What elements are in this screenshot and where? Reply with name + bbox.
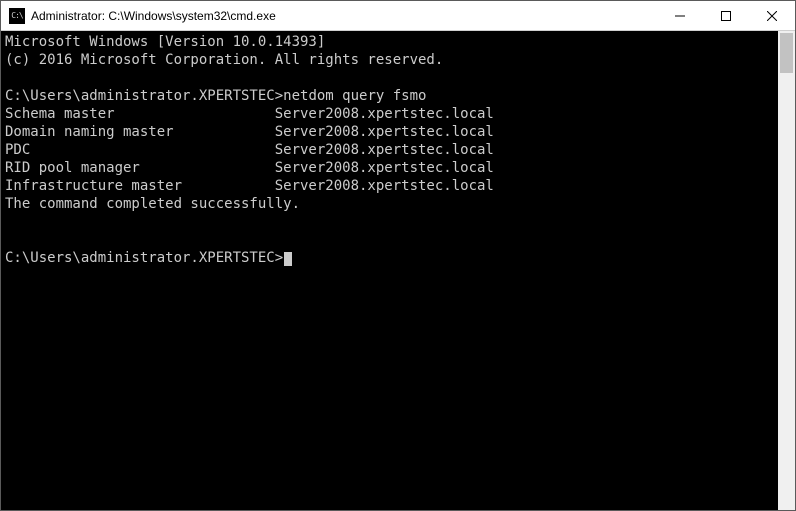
close-button[interactable] <box>749 1 795 30</box>
fsmo-server: Server2008.xpertstec.local <box>275 178 494 194</box>
result-row: Schema masterServer2008.xpertstec.local <box>5 105 774 123</box>
blank-line <box>5 231 774 249</box>
fsmo-role: Schema master <box>5 105 275 123</box>
fsmo-role: Domain naming master <box>5 123 275 141</box>
window-controls <box>657 1 795 30</box>
fsmo-server: Server2008.xpertstec.local <box>275 124 494 140</box>
prompt-path: C:\Users\administrator.XPERTSTEC> <box>5 88 283 104</box>
client-area: Microsoft Windows [Version 10.0.14393](c… <box>1 31 795 510</box>
blank-line <box>5 69 774 87</box>
minimize-icon <box>675 11 685 21</box>
result-row: PDCServer2008.xpertstec.local <box>5 141 774 159</box>
prompt-path: C:\Users\administrator.XPERTSTEC> <box>5 250 283 266</box>
prompt-command: netdom query fsmo <box>283 88 426 104</box>
close-icon <box>767 11 777 21</box>
fsmo-server: Server2008.xpertstec.local <box>275 160 494 176</box>
prompt-line-1: C:\Users\administrator.XPERTSTEC>netdom … <box>5 87 774 105</box>
result-row: RID pool managerServer2008.xpertstec.loc… <box>5 159 774 177</box>
scrollbar-thumb[interactable] <box>780 33 793 73</box>
prompt-line-2: C:\Users\administrator.XPERTSTEC> <box>5 249 774 267</box>
fsmo-server: Server2008.xpertstec.local <box>275 106 494 122</box>
titlebar[interactable]: C:\ Administrator: C:\Windows\system32\c… <box>1 1 795 31</box>
blank-line <box>5 213 774 231</box>
fsmo-server: Server2008.xpertstec.local <box>275 142 494 158</box>
cursor <box>284 252 292 266</box>
copyright-line: (c) 2016 Microsoft Corporation. All righ… <box>5 51 774 69</box>
fsmo-role: Infrastructure master <box>5 177 275 195</box>
result-row: Domain naming masterServer2008.xpertstec… <box>5 123 774 141</box>
terminal-output[interactable]: Microsoft Windows [Version 10.0.14393](c… <box>1 31 778 510</box>
minimize-button[interactable] <box>657 1 703 30</box>
completion-line: The command completed successfully. <box>5 195 774 213</box>
cmd-icon: C:\ <box>9 8 25 24</box>
header-line: Microsoft Windows [Version 10.0.14393] <box>5 33 774 51</box>
fsmo-role: PDC <box>5 141 275 159</box>
window-title: Administrator: C:\Windows\system32\cmd.e… <box>31 9 276 23</box>
fsmo-role: RID pool manager <box>5 159 275 177</box>
maximize-button[interactable] <box>703 1 749 30</box>
maximize-icon <box>721 11 731 21</box>
vertical-scrollbar[interactable] <box>778 31 795 510</box>
cmd-window: C:\ Administrator: C:\Windows\system32\c… <box>0 0 796 511</box>
result-row: Infrastructure masterServer2008.xpertste… <box>5 177 774 195</box>
